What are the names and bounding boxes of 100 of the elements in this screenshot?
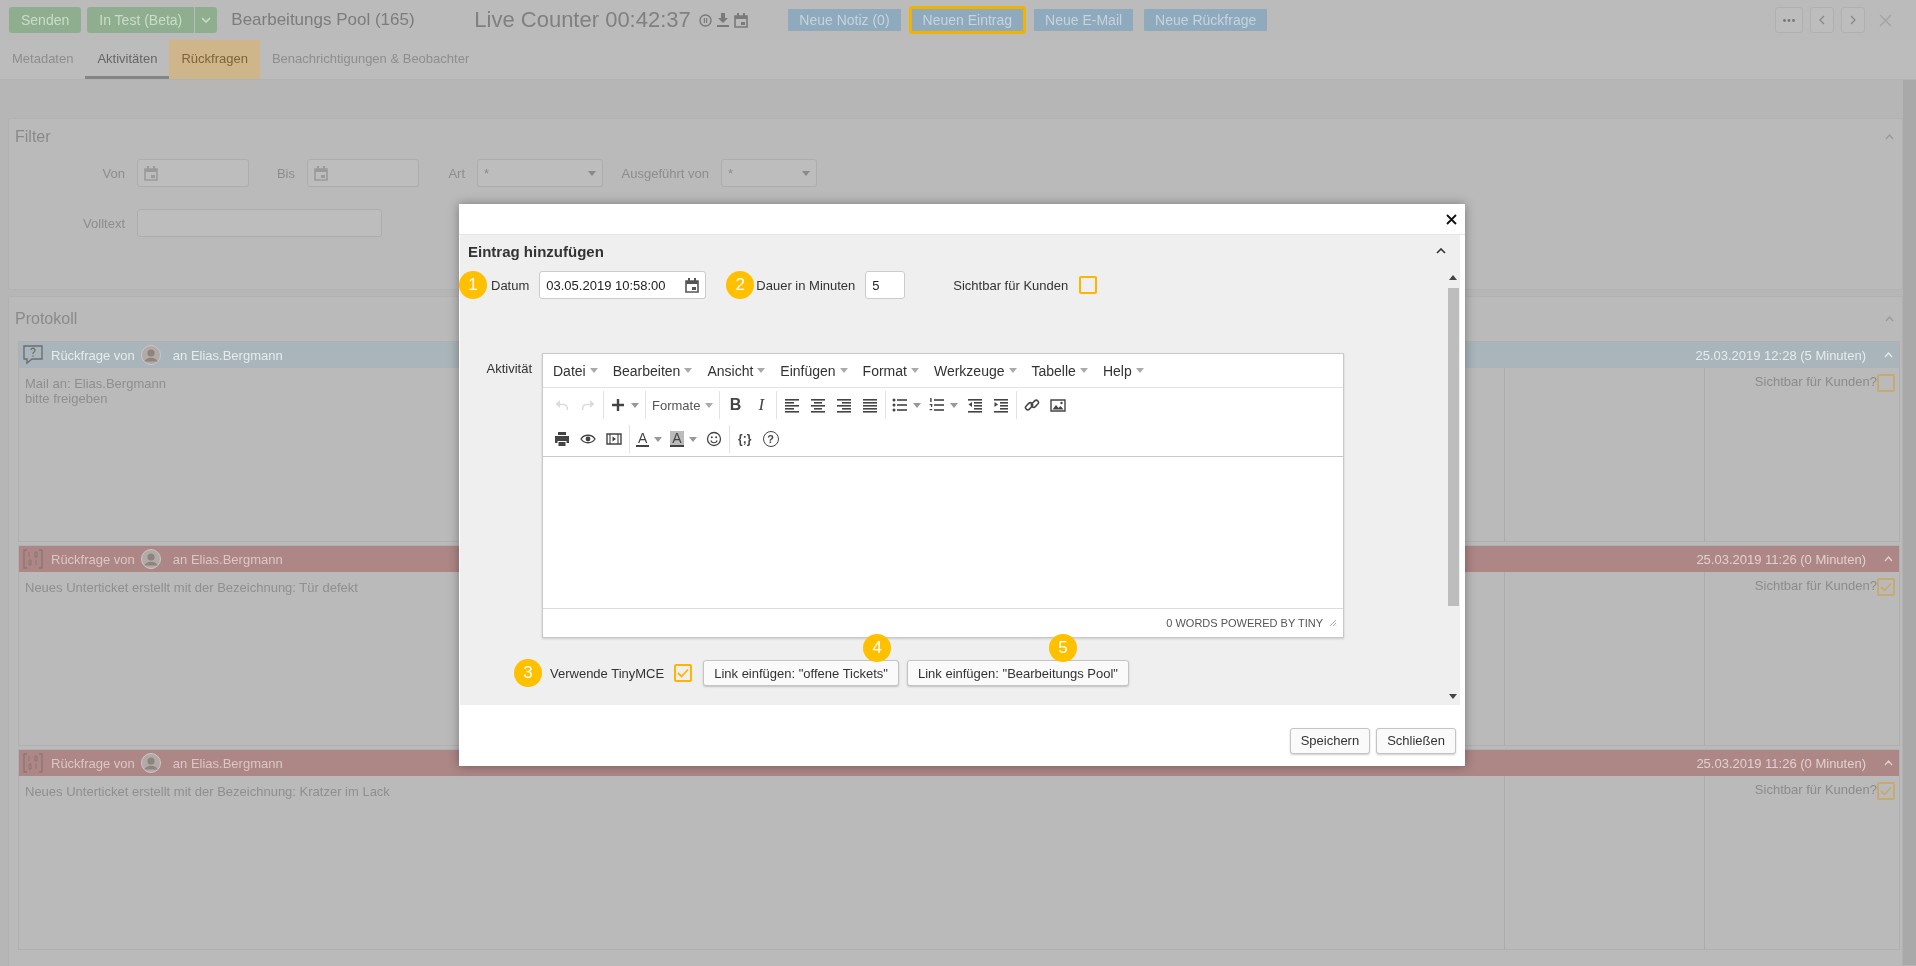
number-badge: 3 — [514, 659, 542, 687]
calendar-icon[interactable] — [733, 12, 748, 28]
field-label: Aktivität — [485, 361, 532, 378]
menu-item[interactable]: Werkzeuge — [927, 356, 1023, 385]
menu-item[interactable]: Datei — [547, 356, 604, 385]
checkbox[interactable] — [1877, 578, 1895, 596]
more-button[interactable] — [1775, 7, 1803, 33]
binary-icon — [23, 549, 43, 569]
align-right-icon — [836, 397, 853, 413]
number-badge: 1 — [459, 271, 487, 299]
check-icon — [1880, 582, 1892, 592]
menu-item[interactable]: Bearbeiten — [606, 356, 699, 385]
caret-icon — [802, 170, 810, 176]
entry-sender: Rückfrage von — [51, 551, 135, 567]
insert-link-button[interactable]: Link einfügen: "offene Tickets" — [703, 660, 899, 686]
pause-icon[interactable] — [698, 13, 712, 27]
date-field[interactable] — [307, 159, 419, 187]
menu-item[interactable]: Format — [856, 356, 925, 385]
menu-item[interactable]: Tabelle — [1025, 356, 1094, 385]
resize-handle-icon[interactable] — [1329, 619, 1337, 627]
entry-sender: Rückfrage von — [51, 347, 135, 363]
scroll-down-icon[interactable] — [1449, 694, 1457, 699]
align-center-icon — [810, 397, 827, 413]
entry-date: 25.03.2019 12:28 (5 Minuten) — [1695, 347, 1866, 363]
formats-dropdown[interactable]: Formate — [648, 391, 718, 419]
collapse-icon[interactable] — [1436, 248, 1446, 254]
dialog-title: Eintrag hinzufügen — [468, 242, 604, 260]
bold-button[interactable]: B — [722, 391, 749, 419]
checkbox[interactable] — [1877, 374, 1895, 392]
entry-recipient: an Elias.Bergmann — [172, 755, 283, 771]
caret-icon — [588, 170, 596, 176]
calendar-icon — [314, 165, 328, 181]
plus-icon — [610, 397, 626, 413]
rich-text-editor[interactable]: Datei Bearbeiten Ansicht Einfügen Format Werkzeuge Tabelle Help Formate B I A A {;} ? 0 WORDS POWERED BY TINY — [542, 353, 1344, 638]
menu-item[interactable]: Help — [1096, 356, 1150, 385]
entry-date: 25.03.2019 11:26 (0 Minuten) — [1696, 551, 1866, 567]
scroll-up-icon[interactable] — [1449, 275, 1457, 280]
insert-link-button[interactable]: Link einfügen: "Bearbeitungs Pool" — [906, 660, 1129, 686]
avatar — [140, 549, 161, 569]
help-button[interactable]: ? — [757, 425, 784, 453]
calendar-icon — [685, 277, 700, 293]
undo-icon — [554, 397, 570, 413]
calendar-icon — [144, 165, 158, 181]
speech-bubble-icon — [23, 345, 43, 365]
link-icon — [1024, 397, 1041, 413]
image-icon — [1050, 397, 1067, 413]
number-badge: 2 — [726, 271, 755, 299]
dialog-button[interactable]: Schließen — [1376, 727, 1456, 754]
codesample-button[interactable]: {;} — [731, 425, 758, 453]
dropdown-button[interactable] — [195, 7, 218, 33]
forecolor-button[interactable]: A — [632, 425, 667, 453]
caret-icon — [705, 402, 714, 408]
number-badge: 5 — [1048, 634, 1077, 662]
indent-icon — [993, 397, 1010, 413]
number-value: 5 — [872, 277, 880, 293]
menu-item[interactable]: Ansicht — [701, 356, 772, 385]
chevron-left-icon — [1819, 15, 1825, 25]
outdent-icon — [967, 397, 984, 413]
previous-button[interactable] — [1810, 7, 1834, 33]
check-icon — [677, 668, 690, 678]
number-field[interactable]: 5 — [865, 271, 906, 299]
number-badge: 4 — [863, 634, 892, 662]
backcolor-button[interactable]: A — [666, 425, 701, 453]
chevron-down-icon — [201, 17, 212, 23]
redo-icon — [580, 397, 596, 413]
binary-icon — [23, 753, 43, 773]
date-field[interactable]: 03.05.2019 10:58:00 — [539, 271, 707, 299]
menu-item[interactable]: Einfügen — [774, 356, 854, 385]
printer-icon — [554, 431, 570, 447]
more-icon — [1783, 18, 1795, 22]
caret-icon — [688, 436, 697, 442]
checkbox[interactable] — [674, 664, 693, 682]
entry-recipient: an Elias.Bergmann — [172, 551, 283, 567]
caret-icon — [654, 436, 663, 442]
next-button[interactable] — [1841, 7, 1865, 33]
align-justify-icon — [862, 397, 879, 413]
checkbox[interactable] — [1877, 782, 1895, 800]
dialog-button[interactable]: Speichern — [1289, 727, 1371, 754]
chevron-right-icon — [1850, 15, 1856, 25]
date-field[interactable] — [137, 159, 249, 187]
smiley-icon — [705, 431, 722, 447]
avatar — [140, 753, 161, 773]
align-left-icon — [784, 397, 801, 413]
numbered-list-icon — [929, 397, 946, 413]
download-icon[interactable] — [716, 13, 729, 27]
close-icon[interactable] — [1446, 213, 1457, 225]
caret-icon — [631, 402, 639, 408]
checkbox[interactable] — [1079, 276, 1098, 294]
caret-icon — [913, 402, 922, 408]
avatar — [140, 345, 161, 365]
caret-icon — [950, 402, 959, 408]
check-icon — [1880, 786, 1892, 796]
pool-title: Bearbeitungs Pool (165) — [231, 10, 416, 30]
field-label: Sichtbar für Kunden — [953, 277, 1069, 293]
date-value: 03.05.2019 10:58:00 — [546, 277, 666, 293]
select-value: * — [484, 165, 490, 181]
select-value: * — [728, 165, 734, 181]
bullet-list-icon — [892, 397, 909, 413]
live-counter: Live Counter 00:42:37 — [474, 7, 691, 33]
italic-button[interactable]: I — [748, 391, 775, 419]
